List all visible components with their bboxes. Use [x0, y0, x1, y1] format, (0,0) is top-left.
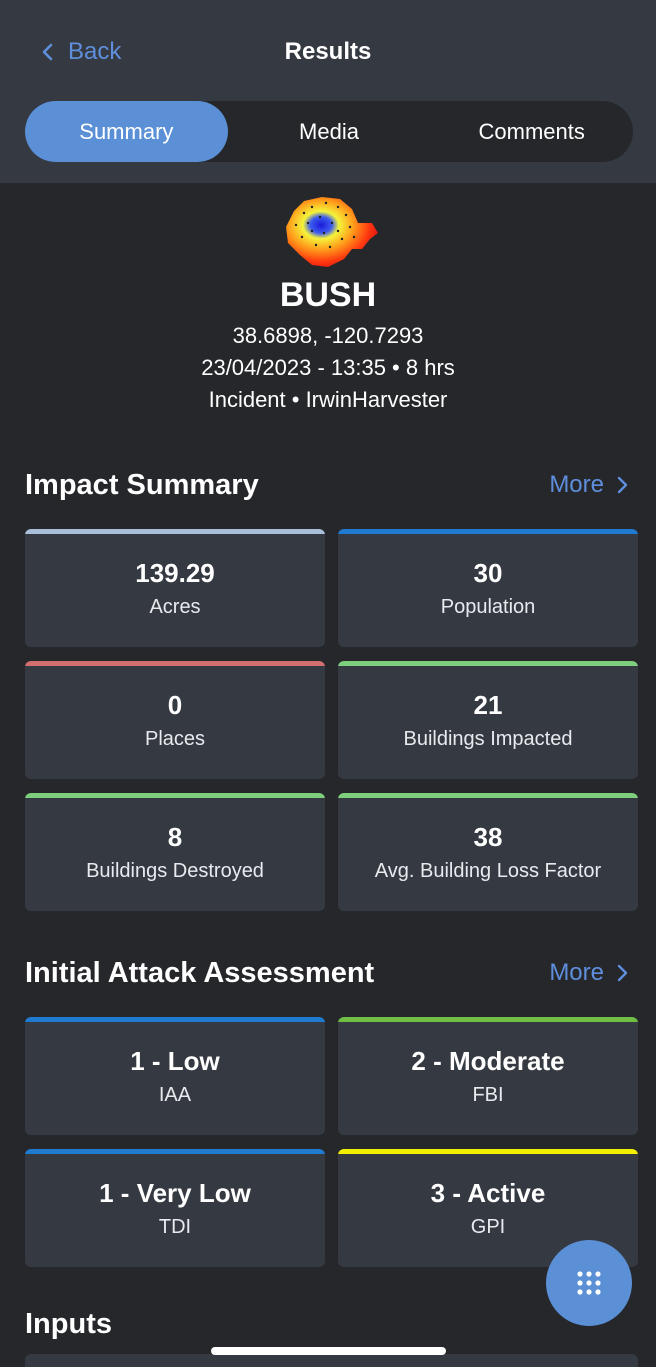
- results-screen: Back Results Summary Media Comments BUSH…: [0, 0, 656, 1367]
- impact-card-buildings-destroyed[interactable]: 8 Buildings Destroyed: [25, 793, 325, 911]
- impact-card-places[interactable]: 0 Places: [25, 661, 325, 779]
- incident-datetime: 23/04/2023 - 13:35 • 8 hrs: [201, 355, 455, 380]
- impact-summary-more-button[interactable]: More: [549, 467, 628, 503]
- home-indicator[interactable]: [211, 1347, 446, 1355]
- assessment-card-fbi[interactable]: 2 - Moderate FBI: [338, 1017, 638, 1135]
- chevron-right-icon: [617, 476, 628, 494]
- card-label: FBI: [472, 1084, 504, 1106]
- card-value: 3 - Active: [430, 1178, 546, 1208]
- impact-card-acres[interactable]: 139.29 Acres: [25, 529, 325, 647]
- assessment-card-iaa[interactable]: 1 - Low IAA: [25, 1017, 325, 1135]
- card-accent-bar: [25, 1017, 325, 1022]
- card-value: 21: [473, 690, 503, 720]
- card-label: IAA: [158, 1084, 192, 1106]
- incident-name: BUSH: [279, 276, 377, 314]
- impact-card-avg-building-loss-factor[interactable]: 38 Avg. Building Loss Factor: [338, 793, 638, 911]
- card-value: 8: [167, 822, 183, 852]
- card-accent-bar: [25, 1149, 325, 1154]
- card-label: Places: [144, 728, 206, 750]
- card-label: TDI: [158, 1216, 192, 1238]
- top-bar: Back Results Summary Media Comments: [0, 0, 656, 183]
- card-value: 139.29: [135, 558, 215, 588]
- card-label: Avg. Building Loss Factor: [374, 860, 602, 882]
- card-label: Buildings Impacted: [403, 728, 573, 750]
- card-value: 1 - Low: [130, 1046, 220, 1076]
- fire-perimeter-heatmap-icon: [286, 197, 378, 267]
- card-value: 30: [473, 558, 503, 588]
- card-value: 38: [473, 822, 503, 852]
- initial-attack-title: Initial Attack Assessment: [25, 957, 375, 989]
- card-accent-bar: [338, 1149, 638, 1154]
- impact-card-population[interactable]: 30 Population: [338, 529, 638, 647]
- card-accent-bar: [25, 793, 325, 798]
- card-label: GPI: [470, 1216, 506, 1238]
- incident-source: Incident • IrwinHarvester: [208, 387, 448, 412]
- initial-attack-more-button[interactable]: More: [549, 955, 628, 991]
- card-accent-bar: [338, 529, 638, 534]
- card-label: Acres: [149, 596, 201, 618]
- card-accent-bar: [25, 661, 325, 666]
- more-label: More: [549, 471, 604, 498]
- assessment-card-tdi[interactable]: 1 - Very Low TDI: [25, 1149, 325, 1267]
- impact-summary-title: Impact Summary: [25, 469, 259, 501]
- inputs-card[interactable]: [25, 1354, 638, 1367]
- card-value: 0: [167, 690, 183, 720]
- inputs-title: Inputs: [25, 1308, 112, 1340]
- tab-summary[interactable]: Summary: [25, 101, 228, 162]
- card-label: Buildings Destroyed: [86, 860, 264, 882]
- tab-media[interactable]: Media: [228, 101, 431, 162]
- card-accent-bar: [338, 793, 638, 798]
- impact-card-buildings-impacted[interactable]: 21 Buildings Impacted: [338, 661, 638, 779]
- tab-comments[interactable]: Comments: [430, 101, 633, 162]
- card-value: 1 - Very Low: [99, 1178, 251, 1208]
- incident-coordinates: 38.6898, -120.7293: [232, 323, 424, 348]
- card-label: Population: [440, 596, 536, 618]
- grid-menu-button[interactable]: [546, 1240, 632, 1326]
- card-accent-bar: [338, 661, 638, 666]
- chevron-right-icon: [617, 964, 628, 982]
- card-value: 2 - Moderate: [411, 1046, 565, 1076]
- card-accent-bar: [25, 529, 325, 534]
- page-title: Results: [284, 38, 372, 65]
- more-label: More: [549, 959, 604, 986]
- results-tabs: Summary Media Comments: [25, 101, 633, 162]
- grid-menu-icon: [577, 1271, 601, 1295]
- card-accent-bar: [338, 1017, 638, 1022]
